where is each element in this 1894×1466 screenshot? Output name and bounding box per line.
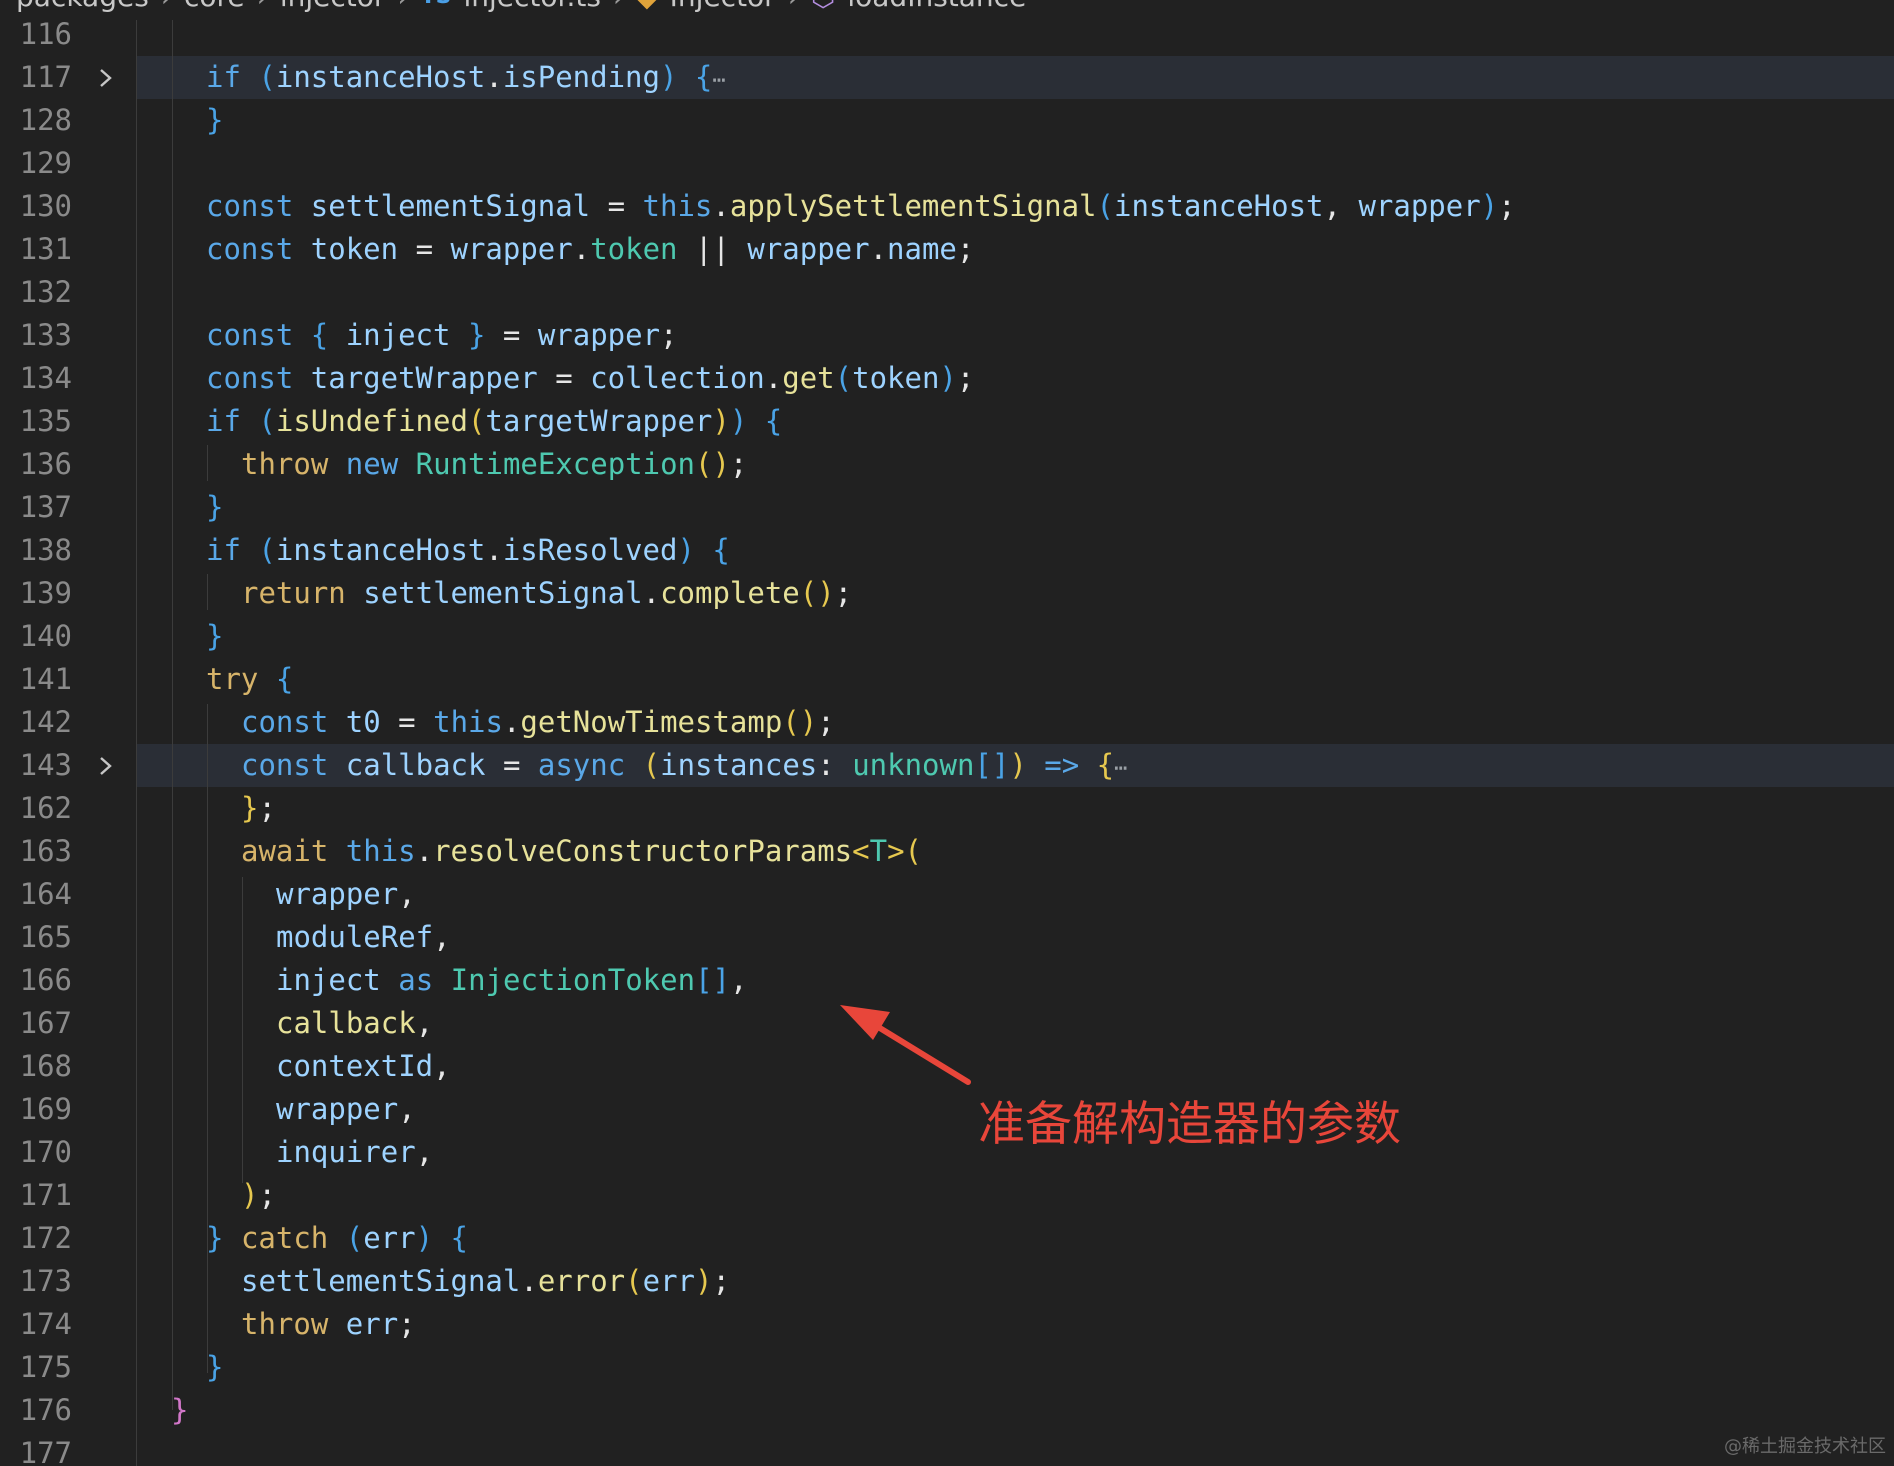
class-icon: ◆: [636, 0, 658, 13]
breadcrumb-item-method[interactable]: loadInstance: [847, 0, 1026, 13]
breadcrumb-separator-icon: ›: [788, 0, 799, 13]
breadcrumb: packages › core › injector › TS injector…: [0, 0, 1894, 20]
watermark: @稀土掘金技术社区: [1724, 1436, 1886, 1457]
breadcrumb-separator-icon: ›: [257, 0, 268, 13]
breadcrumb-separator-icon: ›: [397, 0, 408, 13]
breadcrumb-item-injector-folder[interactable]: injector: [280, 0, 386, 13]
method-icon: ⬡: [811, 0, 835, 13]
breadcrumb-separator-icon: ›: [613, 0, 624, 13]
breadcrumb-separator-icon: ›: [161, 0, 172, 13]
breadcrumb-item-core[interactable]: core: [184, 0, 245, 13]
annotation-text: 准备解构造器的参数: [978, 1097, 1401, 1152]
breadcrumb-item-packages[interactable]: packages: [16, 0, 149, 13]
breadcrumb-item-class[interactable]: Injector: [670, 0, 776, 13]
breadcrumb-item-file[interactable]: injector.ts: [463, 0, 600, 13]
typescript-file-icon: TS: [421, 0, 452, 9]
code-editor[interactable]: packages › core › injector › TS injector…: [0, 0, 1894, 1466]
annotation-arrow-icon: [840, 1005, 971, 1085]
